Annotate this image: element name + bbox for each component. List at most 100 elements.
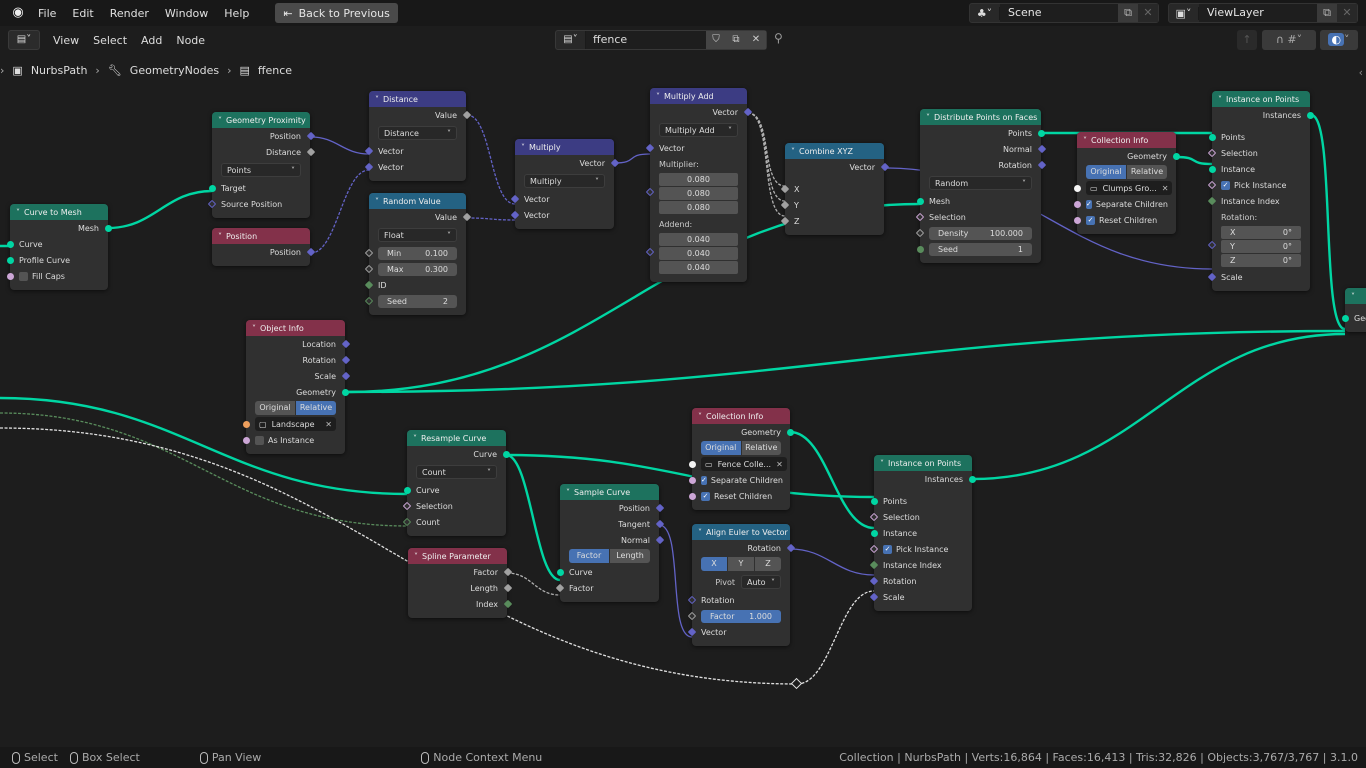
- float-socket[interactable]: [462, 110, 471, 120]
- collapse-chevron-icon[interactable]: ˅: [1083, 136, 1087, 145]
- menu-window[interactable]: Window: [157, 7, 216, 20]
- int-socket[interactable]: [364, 280, 373, 290]
- collapse-chevron-icon[interactable]: ˅: [16, 208, 20, 217]
- collection-socket[interactable]: [1073, 184, 1081, 192]
- toggle-option-relative[interactable]: Relative: [741, 441, 781, 455]
- collapse-chevron-icon[interactable]: ˅: [698, 528, 702, 537]
- checkbox[interactable]: ✓: [1086, 199, 1092, 209]
- node-header[interactable]: ˅ Random Value: [369, 193, 466, 209]
- bool-socket[interactable]: [915, 212, 924, 222]
- node-header[interactable]: ˅ Instance on Points: [874, 455, 972, 471]
- node-instance-on-points[interactable]: ˅ Instance on Points Instances Points Select…: [1207, 91, 1314, 291]
- node-combine-xyz[interactable]: ˅ Combine XYZ Vector X Y Z: [780, 143, 889, 235]
- toggle-option-length[interactable]: Length: [610, 549, 650, 563]
- clear-icon[interactable]: ✕: [325, 420, 332, 429]
- float-socket[interactable]: [915, 228, 924, 238]
- node-distance[interactable]: ˅ Distance Value Distance ˅ Vector Vector: [364, 91, 471, 181]
- geometry-socket[interactable]: [870, 529, 878, 537]
- collapse-chevron-icon[interactable]: ˅: [791, 147, 795, 156]
- collapse-chevron-icon[interactable]: ˅: [1351, 292, 1355, 301]
- menu-render[interactable]: Render: [102, 7, 157, 20]
- vector-socket[interactable]: [364, 162, 373, 172]
- geometry-socket[interactable]: [1208, 133, 1216, 141]
- toggle-option-y[interactable]: Y: [728, 557, 755, 571]
- checkbox[interactable]: ✓: [1221, 180, 1230, 190]
- vector-socket[interactable]: [655, 503, 664, 513]
- float-socket[interactable]: [687, 611, 696, 621]
- geometry-socket[interactable]: [6, 240, 14, 248]
- vector-socket[interactable]: [510, 210, 519, 220]
- vector-socket[interactable]: [1207, 272, 1216, 282]
- vector-socket[interactable]: [1037, 144, 1046, 154]
- toggle-option-relative[interactable]: Relative: [296, 401, 336, 415]
- node-header[interactable]: ˅ Multiply Add: [650, 88, 747, 104]
- int-socket[interactable]: [402, 517, 411, 527]
- bool-socket[interactable]: [688, 492, 696, 500]
- checkbox[interactable]: ✓: [701, 475, 707, 485]
- node-header[interactable]: ˅ Align Euler to Vector: [692, 524, 790, 540]
- vector-component-field[interactable]: 0.080: [659, 187, 738, 200]
- float-socket[interactable]: [780, 184, 789, 194]
- collapse-chevron-icon[interactable]: ˅: [566, 488, 570, 497]
- geometry-socket[interactable]: [556, 568, 564, 576]
- bool-socket[interactable]: [688, 476, 696, 484]
- vector-socket[interactable]: [880, 162, 889, 172]
- geometry-socket[interactable]: [1172, 152, 1180, 160]
- toggle-option-original[interactable]: Original: [701, 441, 742, 455]
- object-socket[interactable]: [242, 420, 250, 428]
- mode-dropdown[interactable]: Distance ˅: [378, 126, 457, 140]
- checkbox[interactable]: [19, 271, 28, 281]
- menu-node[interactable]: Node: [169, 34, 212, 47]
- vector-socket[interactable]: [687, 627, 696, 637]
- vector-socket[interactable]: [645, 187, 654, 197]
- node-header[interactable]: ˅ Resample Curve: [407, 430, 506, 446]
- pin-icon[interactable]: ⚲: [774, 31, 783, 45]
- checkbox[interactable]: ✓: [1086, 215, 1095, 225]
- mode-dropdown[interactable]: Count ˅: [416, 465, 497, 479]
- copy-icon[interactable]: ⧉: [1118, 4, 1138, 22]
- toggle-option-original[interactable]: Original: [1086, 165, 1127, 179]
- node-tree-selector[interactable]: ▤˅ ffence ⛉ ⧉ ✕: [555, 30, 767, 50]
- geometry-socket[interactable]: [1208, 165, 1216, 173]
- node-align-euler-to-vector[interactable]: ˅ Align Euler to Vector Rotation X Y Z Pivot Au…: [687, 524, 795, 646]
- node-header[interactable]: ˅ Distribute Points on Faces: [920, 109, 1041, 125]
- copy-icon[interactable]: ⧉: [726, 31, 746, 49]
- value-field[interactable]: Min 0.100: [378, 246, 457, 260]
- collapse-chevron-icon[interactable]: ˅: [414, 552, 418, 561]
- vector-socket[interactable]: [869, 592, 878, 602]
- node-random-value[interactable]: ˅ Random Value Value Float ˅ Min 0.100 Max 0.300…: [364, 193, 471, 315]
- float-socket[interactable]: [503, 583, 512, 593]
- vector-socket[interactable]: [655, 519, 664, 529]
- node-tree-name[interactable]: ffence: [586, 31, 706, 49]
- int-socket[interactable]: [869, 560, 878, 570]
- pivot-dropdown[interactable]: Auto ˅: [741, 575, 781, 589]
- vector-socket[interactable]: [869, 576, 878, 586]
- node-header[interactable]: ˅ Spline Parameter: [408, 548, 507, 564]
- int-socket[interactable]: [503, 599, 512, 609]
- collapse-chevron-icon[interactable]: ˅: [698, 412, 702, 421]
- vector-component-field[interactable]: 0.080: [659, 173, 738, 186]
- close-icon[interactable]: ✕: [1337, 4, 1357, 22]
- mode-dropdown[interactable]: Float ˅: [378, 228, 457, 242]
- vector-socket[interactable]: [510, 194, 519, 204]
- geometry-socket[interactable]: [870, 497, 878, 505]
- clear-icon[interactable]: ✕: [776, 460, 783, 469]
- snap-toggle[interactable]: ∩ #˅: [1262, 30, 1316, 50]
- node-curve-to-mesh[interactable]: ˅ Curve to Mesh Mesh Curve Profile Curve Fill…: [6, 204, 112, 290]
- geometry-socket[interactable]: [502, 450, 510, 458]
- geometry-socket[interactable]: [104, 224, 112, 232]
- node-multiply-add[interactable]: ˅ Multiply Add Vector Multiply Add ˅ Vector Mu…: [645, 88, 752, 282]
- vector-component-field[interactable]: 0.040: [659, 261, 738, 274]
- float-socket[interactable]: [555, 583, 564, 593]
- checkbox[interactable]: ✓: [883, 544, 892, 554]
- node-header[interactable]: ˅ Curve to Mesh: [10, 204, 108, 220]
- vector-component-field[interactable]: 0.040: [659, 233, 738, 246]
- float-socket[interactable]: [780, 200, 789, 210]
- clear-icon[interactable]: ✕: [1162, 184, 1169, 193]
- vector-socket[interactable]: [341, 339, 350, 349]
- toggle-option-relative[interactable]: Relative: [1127, 165, 1167, 179]
- geometry-socket[interactable]: [208, 184, 216, 192]
- toggle-option-z[interactable]: Z: [755, 557, 781, 571]
- geometry-socket[interactable]: [341, 388, 349, 396]
- fake-user-shield-icon[interactable]: ⛉: [706, 31, 726, 49]
